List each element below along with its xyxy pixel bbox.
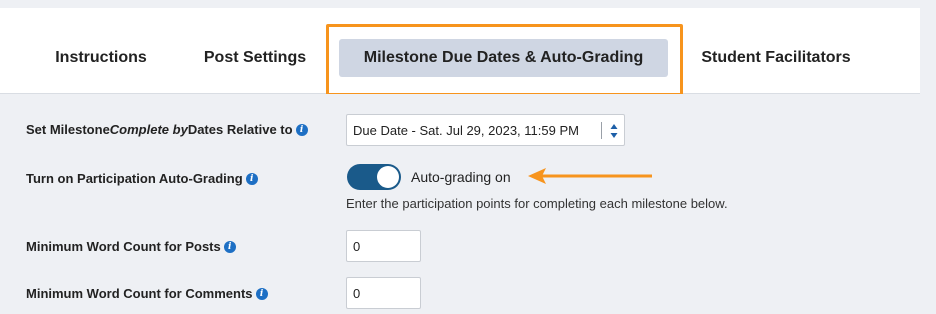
info-icon[interactable]: i: [255, 287, 268, 300]
tab-bar: Instructions Post Settings Milestone Due…: [0, 8, 920, 94]
min-posts-label: Minimum Word Count for Posts i: [26, 239, 236, 254]
min-comments-label-text: Minimum Word Count for Comments: [26, 286, 253, 301]
toggle-knob: [377, 166, 399, 188]
tab-post-settings[interactable]: Post Settings: [196, 39, 314, 77]
relative-date-select[interactable]: Due Date - Sat. Jul 29, 2023, 11:59 PM: [346, 114, 625, 146]
info-icon[interactable]: i: [245, 172, 258, 185]
autograde-toggle[interactable]: [347, 164, 401, 190]
relative-label-suffix: Dates Relative to: [187, 122, 293, 137]
select-divider: [601, 122, 602, 139]
min-posts-label-text: Minimum Word Count for Posts: [26, 239, 221, 254]
autograde-helper-text: Enter the participation points for compl…: [346, 196, 728, 211]
info-icon[interactable]: i: [295, 123, 308, 136]
page-frame: Instructions Post Settings Milestone Due…: [0, 0, 936, 314]
autograde-label: Turn on Participation Auto-Grading i: [26, 171, 258, 186]
tab-instructions[interactable]: Instructions: [46, 39, 156, 77]
min-posts-input[interactable]: [346, 230, 421, 262]
pointer-arrow-annotation: [528, 168, 652, 184]
relative-label-emphasis: Complete by: [109, 122, 188, 137]
relative-date-select-value: Due Date - Sat. Jul 29, 2023, 11:59 PM: [353, 122, 579, 138]
min-comments-input[interactable]: [346, 277, 421, 309]
info-icon[interactable]: i: [223, 240, 236, 253]
min-comments-label: Minimum Word Count for Comments i: [26, 286, 268, 301]
select-updown-icon: [610, 124, 618, 138]
autograde-toggle-label: Auto-grading on: [411, 169, 511, 185]
tab-student-facilitators[interactable]: Student Facilitators: [690, 39, 862, 77]
relative-label-prefix: Set Milestone: [26, 122, 110, 137]
autograde-label-text: Turn on Participation Auto-Grading: [26, 171, 243, 186]
tab-milestone-due-dates[interactable]: Milestone Due Dates & Auto-Grading: [339, 39, 668, 77]
relative-dates-label: Set Milestone Complete by Dates Relative…: [26, 122, 308, 137]
